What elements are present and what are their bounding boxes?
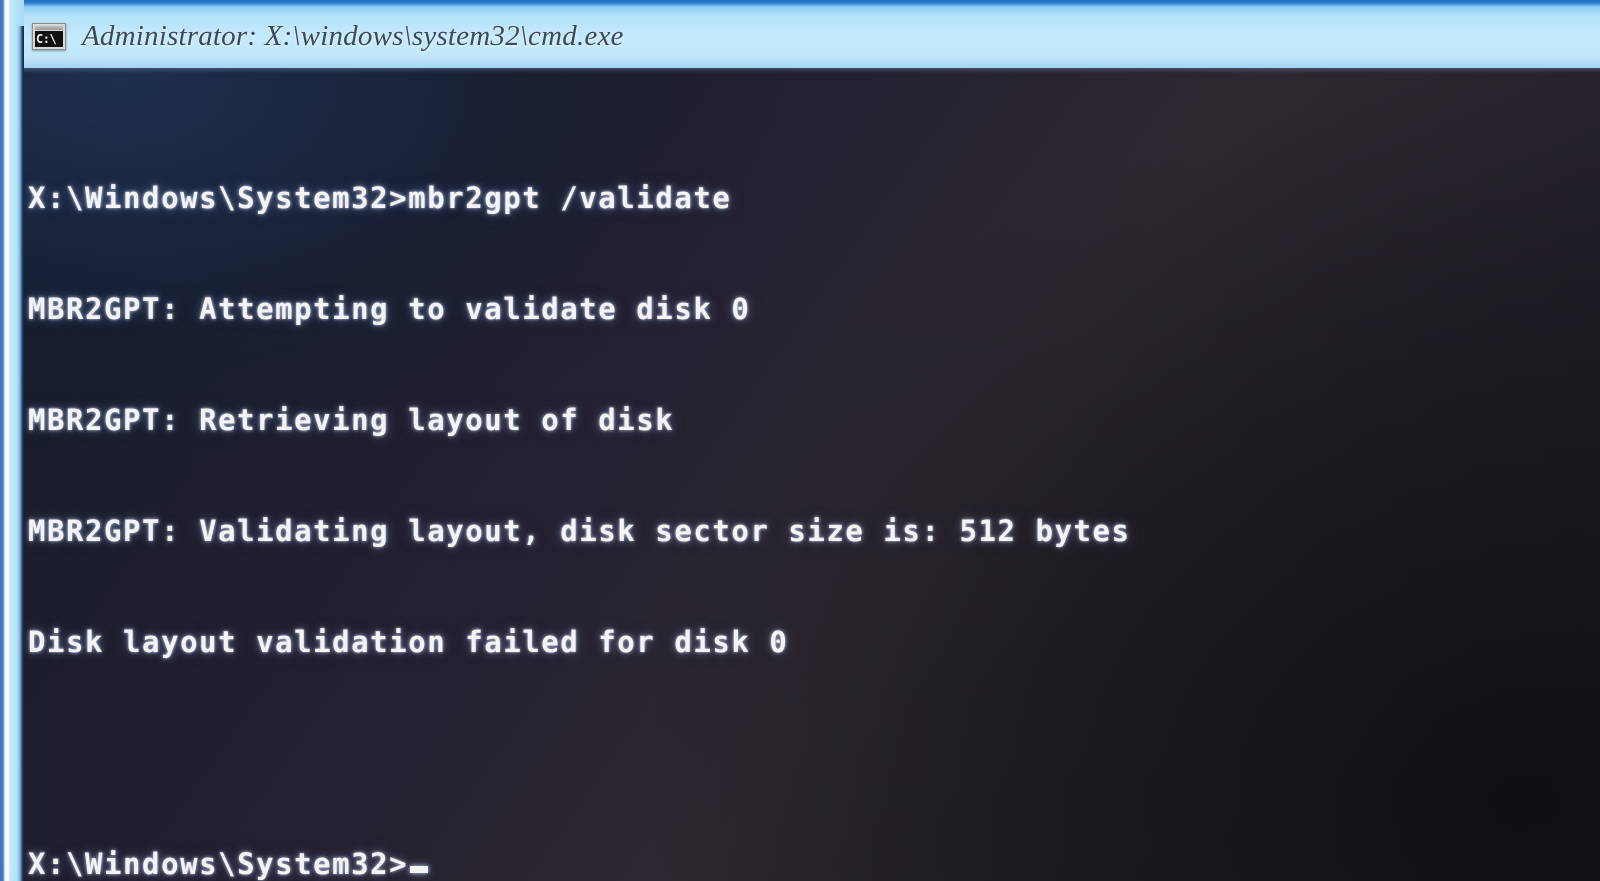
console-line: MBR2GPT: Validating layout, disk sector … — [28, 514, 1131, 548]
cmd-window: C:\ Administrator: X:\windows\system32\c… — [0, 0, 1600, 881]
text-cursor — [410, 866, 429, 873]
cmd-console-icon: C:\ — [32, 23, 66, 50]
console-line: X:\Windows\System32>mbr2gpt /validate — [28, 181, 732, 215]
cmd-icon-screen: C:\ — [35, 31, 63, 47]
console-client-area[interactable]: X:\Windows\System32>mbr2gpt /validate MB… — [24, 68, 1600, 881]
window-title: Administrator: X:\windows\system32\cmd.e… — [82, 20, 624, 52]
window-frame-corner — [0, 0, 24, 26]
console-prompt-line[interactable]: X:\Windows\System32> — [28, 846, 1131, 881]
screen-photo: C:\ Administrator: X:\windows\system32\c… — [0, 0, 1600, 881]
cmd-icon-titlebar-strip — [35, 26, 63, 30]
console-line: MBR2GPT: Retrieving layout of disk — [28, 403, 675, 437]
title-bar-content: C:\ Administrator: X:\windows\system32\c… — [32, 20, 624, 53]
console-line: MBR2GPT: Attempting to validate disk 0 — [28, 292, 751, 326]
title-bar[interactable]: C:\ Administrator: X:\windows\system32\c… — [24, 0, 1600, 68]
console-prompt: X:\Windows\System32> — [28, 847, 409, 881]
console-output: X:\Windows\System32>mbr2gpt /validate MB… — [28, 106, 1131, 881]
window-frame-left-border — [0, 0, 24, 881]
console-line: Disk layout validation failed for disk 0 — [28, 625, 789, 659]
